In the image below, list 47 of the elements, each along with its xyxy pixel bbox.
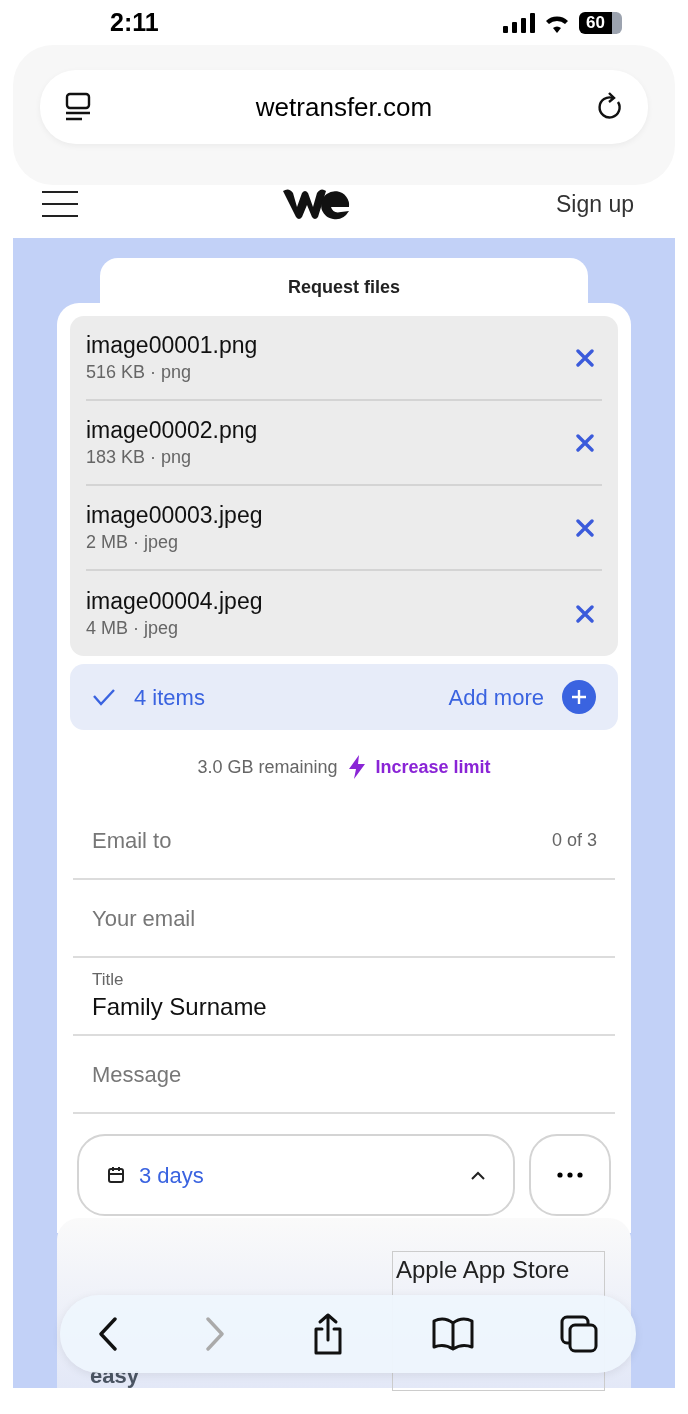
- tabs-icon[interactable]: [560, 1315, 598, 1353]
- close-icon[interactable]: [576, 433, 594, 452]
- calendar-icon: [107, 1166, 125, 1184]
- request-files-tab[interactable]: Request files: [100, 258, 588, 303]
- file-meta: 2 MB · jpeg: [86, 530, 180, 554]
- plus-icon[interactable]: [562, 680, 596, 714]
- add-more-link[interactable]: Add more: [448, 680, 544, 714]
- address-bar[interactable]: wetransfer.com: [40, 70, 648, 144]
- chevron-up-icon: [471, 1170, 485, 1180]
- url-text: wetransfer.com: [255, 90, 433, 124]
- file-meta: 183 KB · png: [86, 445, 193, 469]
- file-name: image00001.png: [86, 330, 258, 359]
- file-name: image00003.jpeg: [86, 500, 263, 529]
- close-icon[interactable]: [576, 348, 594, 367]
- expiry-dropdown[interactable]: 3 days: [77, 1134, 515, 1216]
- reader-icon[interactable]: [64, 92, 92, 122]
- recipient-counter: 0 of 3: [551, 828, 597, 852]
- reload-icon[interactable]: [596, 92, 624, 122]
- increase-limit-link[interactable]: Increase limit: [375, 753, 491, 781]
- check-icon: [92, 688, 116, 706]
- text-field[interactable]: Your email: [73, 901, 615, 935]
- file-name: image00004.jpeg: [86, 586, 263, 615]
- remaining-text: 3.0 GB remaining: [197, 755, 338, 779]
- signal-icon: [503, 12, 536, 33]
- text-field[interactable]: Message: [73, 1057, 615, 1091]
- close-icon[interactable]: [576, 604, 594, 623]
- battery-indicator: 60: [579, 11, 622, 34]
- menu-icon[interactable]: [42, 190, 78, 218]
- title-field[interactable]: Title Family Surname: [73, 958, 615, 1036]
- file-name: image00002.png: [86, 415, 258, 444]
- status-time: 2:11: [110, 6, 159, 38]
- lightning-icon: [347, 755, 366, 779]
- expiry-label: 3 days: [139, 1161, 204, 1190]
- logo-drawing[interactable]: [283, 187, 351, 221]
- email-to-field[interactable]: Email to: [92, 823, 552, 857]
- file-meta: 516 KB · png: [86, 360, 193, 384]
- more-icon: [557, 1172, 583, 1178]
- file-meta: 4 MB · jpeg: [86, 616, 180, 640]
- store-label: Apple App Store: [395, 1255, 571, 1285]
- close-icon[interactable]: [576, 518, 594, 537]
- field-label: Title: [92, 969, 125, 991]
- book-icon[interactable]: [431, 1317, 474, 1351]
- field-value: Family Surname: [92, 992, 268, 1022]
- items-count[interactable]: 4 items: [134, 680, 205, 714]
- back-icon[interactable]: [98, 1317, 118, 1351]
- sign-up-link[interactable]: Sign up: [555, 186, 634, 222]
- heading-text: easy: [90, 1364, 139, 1388]
